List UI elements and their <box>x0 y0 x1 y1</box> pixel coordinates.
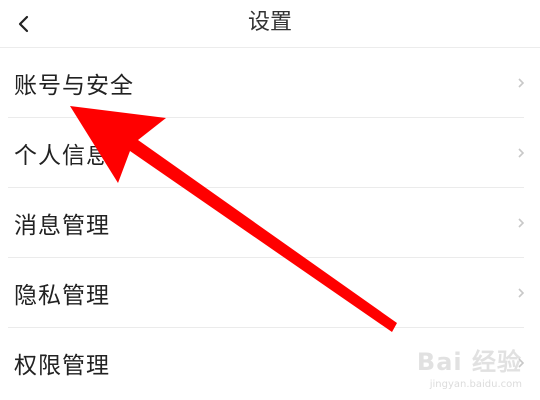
settings-screen: 设置 账号与安全 个人信息 消息管理 隐私管理 权限管理 Bai 经验 jing… <box>0 0 540 400</box>
settings-item-label: 消息管理 <box>14 213 110 239</box>
chevron-left-icon <box>18 15 29 33</box>
settings-item-label: 隐私管理 <box>14 283 110 309</box>
back-button[interactable] <box>0 0 48 48</box>
settings-item-personal-info[interactable]: 个人信息 <box>0 118 540 188</box>
chevron-right-icon <box>518 78 525 88</box>
chevron-right-icon <box>518 218 525 228</box>
page-title: 设置 <box>247 10 292 35</box>
settings-item-privacy-management[interactable]: 隐私管理 <box>0 258 540 328</box>
watermark-url: jingyan.baidu.com <box>429 379 522 390</box>
chevron-right-icon <box>518 148 525 158</box>
baidu-jingyan-watermark: Bai 经验 jingyan.baidu.com <box>402 336 522 392</box>
watermark-brand: Bai 经验 <box>416 348 522 376</box>
top-bar: 设置 <box>0 0 540 48</box>
settings-item-label: 个人信息 <box>14 143 110 169</box>
settings-item-message-management[interactable]: 消息管理 <box>0 188 540 258</box>
chevron-right-icon <box>518 288 525 298</box>
settings-item-label: 账号与安全 <box>14 73 134 99</box>
settings-item-account-security[interactable]: 账号与安全 <box>0 48 540 118</box>
settings-item-label: 权限管理 <box>14 353 110 379</box>
